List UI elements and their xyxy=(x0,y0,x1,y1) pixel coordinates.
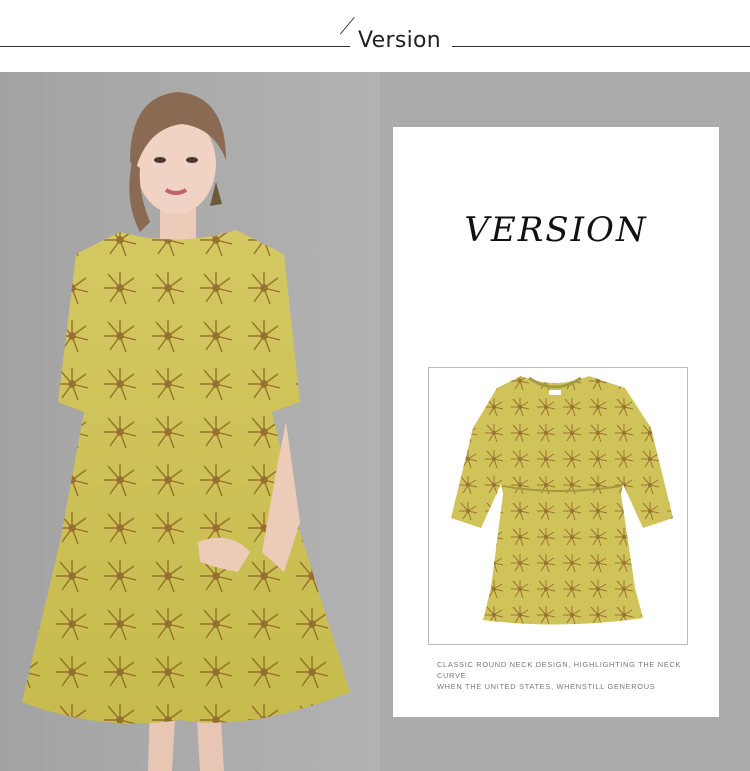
version-card: VERSION CLASSIC ROUND NECK DESIGN, HIGHL… xyxy=(393,127,719,717)
header-divider-right xyxy=(452,46,750,47)
caption-line-2: WHEN THE UNITED STATES, WHENSTILL GENERO… xyxy=(437,682,656,691)
caption-line-1: CLASSIC ROUND NECK DESIGN, HIGHLIGHTING … xyxy=(437,660,682,680)
header-slash-accent xyxy=(339,17,355,35)
dress-flat-lay-image xyxy=(451,376,673,625)
section-header: Version xyxy=(0,0,750,72)
description-caption: CLASSIC ROUND NECK DESIGN, HIGHLIGHTING … xyxy=(437,659,697,692)
product-panel: VERSION CLASSIC ROUND NECK DESIGN, HIGHL… xyxy=(0,72,750,771)
section-title: Version xyxy=(358,28,441,53)
flat-lay-frame xyxy=(428,367,688,645)
model-photo xyxy=(0,72,380,771)
card-title: VERSION xyxy=(464,210,648,250)
header-divider-left xyxy=(0,46,350,47)
